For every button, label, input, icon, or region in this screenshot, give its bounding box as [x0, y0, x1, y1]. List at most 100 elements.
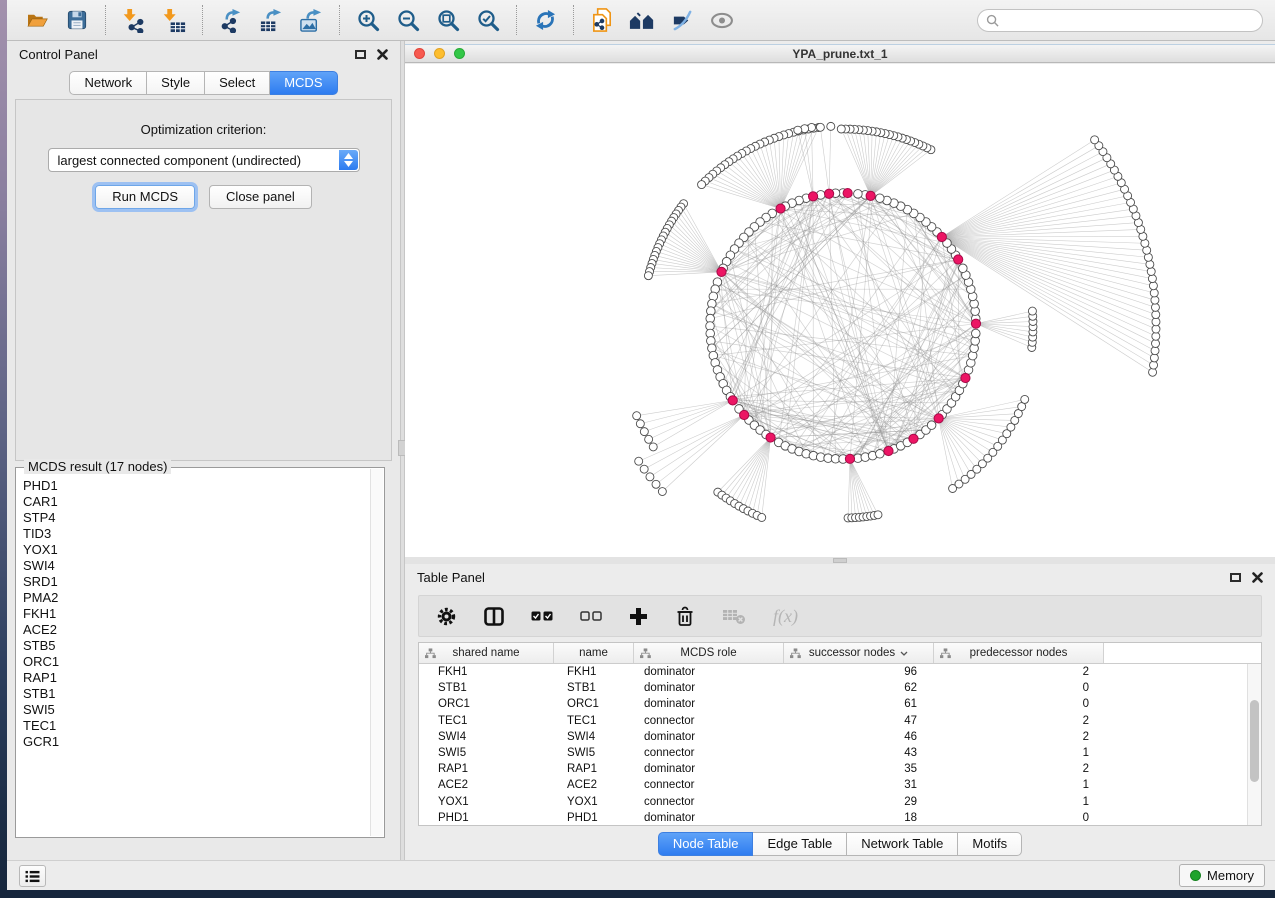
- network-node[interactable]: [636, 420, 644, 428]
- table-row[interactable]: YOX1YOX1connector291: [419, 794, 1261, 810]
- network-edge[interactable]: [744, 415, 939, 419]
- float-panel-icon[interactable]: [1230, 573, 1241, 582]
- network-hub-node[interactable]: [971, 319, 980, 328]
- network-edge[interactable]: [656, 415, 744, 484]
- network-node[interactable]: [1151, 296, 1159, 304]
- mcds-result-item[interactable]: TEC1: [23, 718, 384, 734]
- mcds-result-item[interactable]: STB1: [23, 686, 384, 702]
- network-hub-node[interactable]: [845, 454, 854, 463]
- network-canvas[interactable]: [405, 64, 1275, 558]
- network-edge[interactable]: [976, 324, 1032, 348]
- export-image-button[interactable]: [291, 4, 331, 37]
- memory-button[interactable]: Memory: [1179, 864, 1265, 887]
- network-edge[interactable]: [942, 189, 1125, 237]
- network-node[interactable]: [1146, 260, 1154, 268]
- network-hub-node[interactable]: [934, 414, 943, 423]
- mcds-result-item[interactable]: SWI5: [23, 702, 384, 718]
- mcds-result-item[interactable]: FKH1: [23, 606, 384, 622]
- network-hub-node[interactable]: [776, 204, 785, 213]
- network-edge[interactable]: [942, 237, 1153, 279]
- horizontal-splitter[interactable]: [405, 557, 1275, 564]
- network-edge[interactable]: [739, 438, 771, 507]
- network-edge[interactable]: [939, 418, 993, 452]
- network-hub-node[interactable]: [717, 267, 726, 276]
- mcds-result-item[interactable]: GCR1: [23, 734, 384, 750]
- network-node[interactable]: [644, 272, 652, 280]
- network-node[interactable]: [794, 126, 802, 134]
- refresh-network-button[interactable]: [525, 4, 565, 37]
- mcds-result-scrollbar[interactable]: [370, 469, 383, 836]
- table-row[interactable]: ORC1ORC1dominator610: [419, 696, 1261, 712]
- network-edge[interactable]: [880, 370, 969, 454]
- tab-motifs[interactable]: Motifs: [958, 832, 1022, 856]
- network-edge[interactable]: [660, 244, 722, 272]
- network-node[interactable]: [927, 421, 936, 430]
- column-header-name[interactable]: name: [554, 643, 634, 663]
- network-edge[interactable]: [850, 459, 863, 517]
- network-edge[interactable]: [942, 170, 1115, 237]
- network-edge[interactable]: [942, 183, 1121, 237]
- network-edge[interactable]: [841, 129, 870, 196]
- network-node[interactable]: [1149, 368, 1157, 376]
- network-edge[interactable]: [725, 165, 781, 209]
- network-node[interactable]: [1021, 395, 1029, 403]
- table-row[interactable]: TEC1TEC1connector472: [419, 713, 1261, 729]
- mcds-result-item[interactable]: PMA2: [23, 590, 384, 606]
- table-row[interactable]: PHD1PHD1dominator180: [419, 810, 1261, 826]
- delete-column-button[interactable]: [675, 606, 695, 627]
- search-input[interactable]: [1004, 13, 1254, 27]
- tab-network[interactable]: Network: [69, 71, 147, 95]
- zoom-out-button[interactable]: [388, 4, 428, 37]
- network-hub-node[interactable]: [961, 373, 970, 382]
- network-edge[interactable]: [939, 418, 1011, 427]
- label-visibility-button[interactable]: [662, 4, 702, 37]
- import-network-button[interactable]: [114, 4, 154, 37]
- network-node[interactable]: [816, 123, 824, 131]
- tab-edge-table[interactable]: Edge Table: [753, 832, 847, 856]
- float-panel-icon[interactable]: [355, 50, 366, 59]
- network-edge[interactable]: [722, 438, 771, 496]
- network-edge[interactable]: [829, 126, 831, 193]
- close-panel-icon[interactable]: [377, 49, 388, 60]
- mcds-result-item[interactable]: CAR1: [23, 494, 384, 510]
- table-scrollbar[interactable]: [1247, 664, 1261, 825]
- network-edge[interactable]: [871, 143, 915, 196]
- tab-style[interactable]: Style: [147, 71, 205, 95]
- open-file-button[interactable]: [17, 4, 57, 37]
- network-node[interactable]: [1150, 361, 1158, 369]
- network-node[interactable]: [827, 122, 835, 130]
- network-hub-node[interactable]: [937, 232, 946, 241]
- network-node[interactable]: [698, 181, 706, 189]
- network-edge[interactable]: [871, 139, 907, 195]
- network-edge[interactable]: [848, 459, 850, 518]
- network-edge[interactable]: [942, 237, 1154, 286]
- table-row[interactable]: ACE2ACE2connector311: [419, 777, 1261, 793]
- network-edge[interactable]: [735, 438, 771, 504]
- add-column-button[interactable]: [629, 607, 648, 626]
- task-history-button[interactable]: [19, 865, 46, 887]
- network-hub-node[interactable]: [766, 433, 775, 442]
- export-network-button[interactable]: [211, 4, 251, 37]
- network-edge[interactable]: [637, 400, 733, 415]
- mcds-result-item[interactable]: SRD1: [23, 574, 384, 590]
- network-edge[interactable]: [942, 223, 1139, 237]
- network-node[interactable]: [1091, 136, 1099, 144]
- criterion-select[interactable]: largest connected component (undirected): [48, 148, 360, 172]
- network-edge[interactable]: [942, 236, 1143, 237]
- network-edge[interactable]: [644, 400, 732, 431]
- network-edge[interactable]: [939, 418, 1003, 440]
- network-edge[interactable]: [939, 418, 965, 479]
- network-node[interactable]: [633, 412, 641, 420]
- network-edge[interactable]: [942, 152, 1103, 237]
- network-edge[interactable]: [748, 438, 771, 511]
- network-node[interactable]: [646, 473, 654, 481]
- network-node[interactable]: [635, 457, 643, 465]
- column-header-shared-name[interactable]: shared name: [419, 643, 554, 663]
- network-from-document-button[interactable]: [582, 4, 622, 37]
- network-hub-node[interactable]: [866, 191, 875, 200]
- network-edge[interactable]: [939, 418, 977, 469]
- network-node[interactable]: [645, 435, 653, 443]
- network-node[interactable]: [649, 443, 657, 451]
- network-node[interactable]: [758, 513, 766, 521]
- close-panel-button[interactable]: Close panel: [209, 185, 312, 209]
